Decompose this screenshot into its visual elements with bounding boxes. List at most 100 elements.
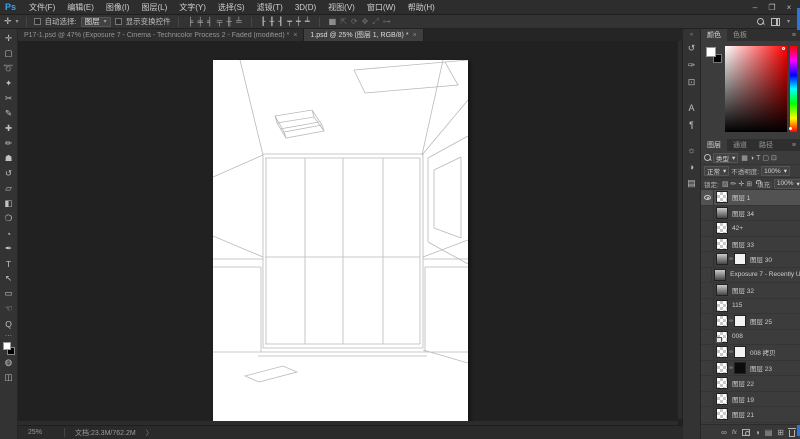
layer-mask-thumbnail[interactable] xyxy=(734,346,746,358)
align-v-center-icon[interactable]: ╫ xyxy=(224,17,234,26)
layer-name[interactable]: 图层 22 xyxy=(730,378,754,388)
distribute-middle-icon[interactable]: ┿ xyxy=(294,17,303,26)
visibility-toggle[interactable] xyxy=(701,361,714,376)
layer-thumbnail[interactable] xyxy=(716,300,728,312)
layer-thumbnail[interactable] xyxy=(716,222,728,234)
close-button[interactable]: × xyxy=(782,2,796,13)
menu-item-选择(S)[interactable]: 选择(S) xyxy=(212,0,251,15)
menu-item-帮助(H)[interactable]: 帮助(H) xyxy=(402,0,441,15)
hue-slider[interactable] xyxy=(790,46,797,132)
close-tab-icon[interactable]: × xyxy=(413,32,417,39)
layer-thumbnail[interactable] xyxy=(714,269,726,281)
3d-mode-icon-2[interactable]: ⟳ xyxy=(349,17,360,26)
layer-thumbnail[interactable] xyxy=(716,393,728,405)
layer-name[interactable]: 图层 21 xyxy=(730,409,754,419)
align-left-icon[interactable]: ╞ xyxy=(186,17,196,26)
layer-name[interactable]: 115 xyxy=(730,302,742,309)
visibility-toggle[interactable] xyxy=(701,221,714,236)
layer-effects-icon[interactable]: fx xyxy=(732,429,737,436)
dodge-tool[interactable]: ◔ xyxy=(1,226,17,241)
align-h-center-icon[interactable]: ╪ xyxy=(195,17,205,26)
quick-selection-tool[interactable]: ✦ xyxy=(1,76,17,91)
color-swatches[interactable] xyxy=(2,342,16,355)
layer-name[interactable]: 42+ xyxy=(730,225,743,232)
layer-row[interactable]: 图层 1 xyxy=(701,190,800,206)
filter-pixel-icon[interactable]: ▦ xyxy=(740,155,749,162)
layer-row[interactable]: 115 xyxy=(701,299,800,315)
layer-row[interactable]: ∞图层 25 xyxy=(701,314,800,330)
quick-mask-icon[interactable]: ◍ xyxy=(1,355,17,370)
screen-mode-icon[interactable]: ◫ xyxy=(1,370,17,385)
visibility-toggle[interactable] xyxy=(701,330,714,345)
layer-thumbnail[interactable] xyxy=(716,191,728,203)
character-panel-icon[interactable]: A xyxy=(684,99,700,116)
layer-thumbnail[interactable] xyxy=(716,408,728,420)
close-tab-icon[interactable]: × xyxy=(293,32,297,39)
canvas[interactable] xyxy=(213,60,468,424)
visibility-toggle[interactable] xyxy=(701,190,714,205)
blur-tool[interactable]: ❍ xyxy=(1,211,17,226)
new-group-icon[interactable]: ▤ xyxy=(765,428,773,437)
link-layers-icon[interactable]: ∞ xyxy=(721,428,727,437)
menu-item-文字(Y)[interactable]: 文字(Y) xyxy=(173,0,212,15)
visibility-toggle[interactable] xyxy=(701,206,714,221)
panel-tab-路径[interactable]: 路径 xyxy=(753,139,779,151)
new-layer-icon[interactable]: ⊞ xyxy=(777,428,784,437)
distribute-right-icon[interactable]: ┨ xyxy=(276,17,285,26)
visibility-toggle[interactable] xyxy=(701,314,714,329)
layer-name[interactable]: 图层 34 xyxy=(730,208,754,218)
pen-tool[interactable]: ✒ xyxy=(1,241,17,256)
layer-row[interactable]: 图层 32 xyxy=(701,283,800,299)
layer-row[interactable]: 008 xyxy=(701,330,800,346)
layer-thumbnail[interactable] xyxy=(716,253,728,265)
lock-position-icon[interactable]: ✛ xyxy=(737,181,745,188)
libraries-panel-icon[interactable]: ▤ xyxy=(684,175,700,192)
zoom-level-field[interactable]: 25% xyxy=(28,429,54,436)
layer-mask-thumbnail[interactable] xyxy=(734,362,746,374)
crop-tool[interactable]: ✂ xyxy=(1,91,17,106)
panel-tab-颜色[interactable]: 颜色 xyxy=(701,29,727,41)
layer-mask-thumbnail[interactable] xyxy=(734,315,746,327)
eyedropper-tool[interactable]: ✎ xyxy=(1,106,17,121)
mask-link-icon[interactable]: ∞ xyxy=(729,256,733,262)
brush-tool[interactable]: ✏ xyxy=(1,136,17,151)
shape-tool[interactable]: ▭ xyxy=(1,286,17,301)
visibility-toggle[interactable] xyxy=(701,237,714,252)
delete-layer-icon[interactable] xyxy=(789,430,795,437)
adjustments-panel-icon[interactable]: ☼ xyxy=(684,141,700,158)
menu-item-3D(D)[interactable]: 3D(D) xyxy=(289,0,322,15)
menu-item-图像(I)[interactable]: 图像(I) xyxy=(100,0,136,15)
align-bottom-icon[interactable]: ╧ xyxy=(234,17,244,26)
zoom-tool[interactable]: Q xyxy=(1,316,17,331)
panel-tab-图层[interactable]: 图层 xyxy=(701,139,727,151)
clone-source-panel-icon[interactable]: ⊡ xyxy=(684,74,700,91)
search-icon[interactable] xyxy=(757,18,764,25)
layer-thumbnail[interactable] xyxy=(716,238,728,250)
layer-thumbnail[interactable] xyxy=(716,207,728,219)
foreground-background-swatches[interactable] xyxy=(706,47,722,63)
minimize-button[interactable]: – xyxy=(748,2,762,13)
healing-brush-tool[interactable]: ✚ xyxy=(1,121,17,136)
layer-thumbnail[interactable] xyxy=(716,331,728,343)
path-selection-tool[interactable]: ↖ xyxy=(1,271,17,286)
show-transform-checkbox[interactable] xyxy=(115,18,122,25)
menu-item-文件(F)[interactable]: 文件(F) xyxy=(23,0,61,15)
history-panel-icon[interactable]: ↺ xyxy=(684,40,700,57)
layer-thumbnail[interactable] xyxy=(716,346,728,358)
visibility-toggle[interactable] xyxy=(701,407,714,422)
saturation-brightness-field[interactable] xyxy=(725,46,787,132)
mask-link-icon[interactable]: ∞ xyxy=(729,349,733,355)
layer-name[interactable]: 008 xyxy=(730,333,743,340)
status-options-chevron-icon[interactable]: 〉 xyxy=(146,428,153,438)
layer-name[interactable]: 图层 30 xyxy=(748,254,772,264)
layer-mask-thumbnail[interactable] xyxy=(734,253,746,265)
layer-name[interactable]: Exposure 7 - Recently Use... xyxy=(728,271,800,278)
brushes-panel-icon[interactable]: ✑ xyxy=(684,57,700,74)
styles-panel-icon[interactable]: ◑ xyxy=(684,158,700,175)
3d-mode-icon-1[interactable]: ⇱ xyxy=(338,17,349,26)
visibility-toggle[interactable] xyxy=(701,392,714,407)
layer-row[interactable]: 图层 34 xyxy=(701,206,800,222)
marquee-tool[interactable]: ▢ xyxy=(1,46,17,61)
add-mask-icon[interactable] xyxy=(742,429,750,436)
layer-name[interactable]: 008 拷贝 xyxy=(748,347,776,357)
